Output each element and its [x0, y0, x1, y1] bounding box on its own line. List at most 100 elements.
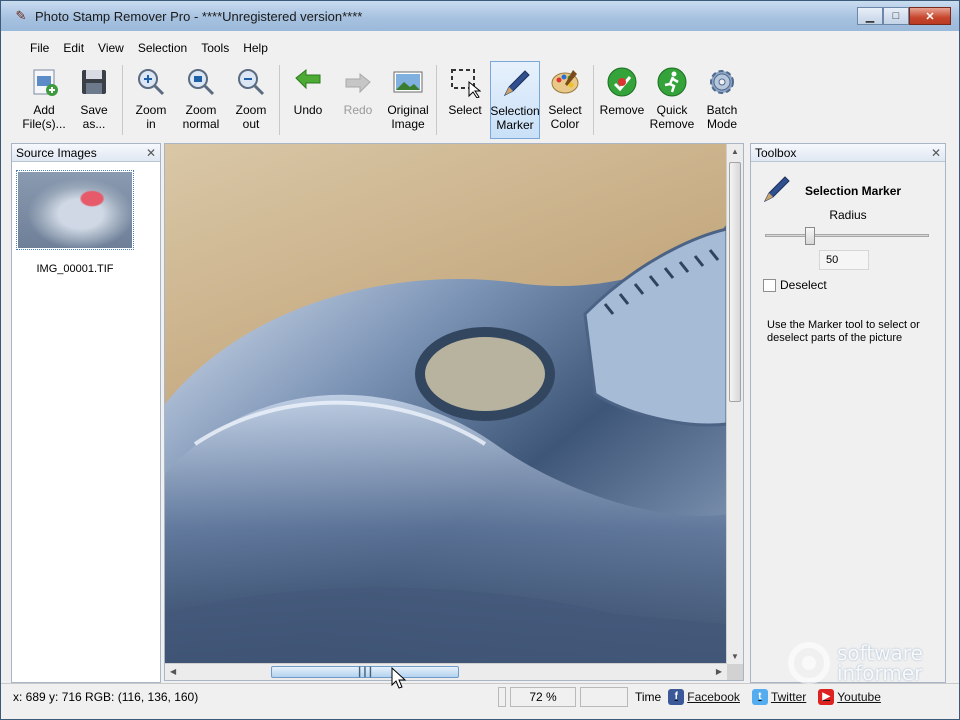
scroll-left-icon[interactable]: ◀	[170, 667, 176, 676]
marker-pen-icon	[761, 174, 791, 207]
close-icon[interactable]: ✕	[146, 146, 156, 160]
zoom-normal-button[interactable]: Zoom normal	[176, 61, 226, 139]
quick-remove-button[interactable]: Quick Remove	[647, 61, 697, 139]
radius-label: Radius	[829, 208, 867, 222]
facebook-icon: f	[668, 688, 685, 705]
time-label: Time	[635, 689, 662, 704]
toolbox-panel: Toolbox ✕ Selection Marker Radius 50 Des…	[750, 143, 946, 683]
menu-edit[interactable]: Edit	[56, 41, 91, 55]
software-informer-watermark: software informer	[787, 641, 923, 685]
youtube-link[interactable]: ▶ Youtube	[818, 688, 881, 705]
tool-name: Selection Marker	[805, 183, 902, 198]
floppy-disk-icon	[77, 65, 111, 99]
status-empty-cell	[580, 686, 628, 707]
save-as-label: Save as...	[80, 103, 108, 131]
selection-marker-label: Selection Marker	[490, 104, 540, 132]
radius-slider-thumb[interactable]	[805, 227, 815, 245]
status-bar: x: 689 y: 716 RGB: (116, 136, 160) 72 % …	[1, 683, 959, 709]
menu-file[interactable]: File	[23, 41, 56, 55]
remove-label: Remove	[599, 103, 645, 117]
select-label: Select	[448, 103, 482, 117]
twitter-label: Twitter	[770, 689, 807, 704]
toolbar-separator	[593, 65, 594, 135]
remove-green-circle-icon	[605, 65, 639, 99]
undo-arrow-icon	[291, 65, 325, 99]
zoom-normal-label: Zoom normal	[182, 103, 220, 131]
title-bar[interactable]: ✎ Photo Stamp Remover Pro - ****Unregist…	[1, 1, 959, 31]
zoom-in-label: Zoom in	[135, 103, 167, 131]
add-files-button[interactable]: Add File(s)...	[19, 61, 69, 139]
undo-button[interactable]: Undo	[283, 61, 333, 139]
batch-mode-button[interactable]: Batch Mode	[697, 61, 747, 139]
watermark-logo-icon	[788, 642, 830, 684]
zoom-level: 72 %	[510, 686, 576, 707]
scroll-up-icon[interactable]: ▲	[731, 147, 739, 156]
wrench-photo[interactable]	[165, 144, 727, 664]
cursor-coordinates: x: 689 y: 716 RGB: (116, 136, 160)	[13, 689, 199, 704]
add-files-label: Add File(s)...	[22, 103, 66, 131]
toolbar: Add File(s)... Save as... Zoom in Zoom n…	[1, 61, 959, 141]
picture-icon	[391, 65, 425, 99]
quick-remove-label: Quick Remove	[649, 103, 695, 131]
toolbox-title: Toolbox	[755, 145, 797, 160]
window-title: Photo Stamp Remover Pro - ****Unregister…	[35, 8, 363, 24]
deselect-checkbox[interactable]	[763, 278, 776, 292]
menu-tools[interactable]: Tools	[194, 41, 236, 55]
select-color-button[interactable]: Select Color	[540, 61, 590, 139]
thumbnail-filename: IMG_00001.TIF	[36, 263, 114, 275]
facebook-link[interactable]: f Facebook	[668, 688, 740, 705]
zoom-out-label: Zoom out	[235, 103, 267, 131]
radius-value-field[interactable]: 50	[819, 250, 869, 270]
youtube-icon: ▶	[818, 688, 835, 705]
close-button[interactable]: ✕	[909, 7, 951, 25]
source-images-panel: Source Images ✕ IMG_00001.TIF	[11, 143, 161, 683]
deselect-row[interactable]: Deselect	[763, 278, 827, 292]
select-color-label: Select Color	[548, 103, 582, 131]
facebook-label: Facebook	[687, 689, 740, 704]
zoom-out-icon	[234, 65, 268, 99]
image-thumbnail[interactable]	[16, 170, 134, 250]
close-icon[interactable]: ✕	[931, 146, 941, 160]
zoom-out-button[interactable]: Zoom out	[226, 61, 276, 139]
tool-heading: Selection Marker	[751, 162, 945, 207]
scroll-right-icon[interactable]: ▶	[716, 667, 722, 676]
add-file-icon	[27, 65, 61, 99]
app-window: ✎ Photo Stamp Remover Pro - ****Unregist…	[0, 0, 960, 720]
status-divider	[498, 686, 506, 707]
vertical-scrollbar[interactable]: ▲ ▼	[726, 144, 743, 664]
radius-slider[interactable]	[765, 227, 929, 245]
maximize-button[interactable]: □	[883, 7, 909, 25]
remove-button[interactable]: Remove	[597, 61, 647, 139]
horizontal-scrollbar[interactable]: ◀ ┃┃┃ ▶	[165, 663, 727, 680]
mouse-cursor-icon	[391, 666, 407, 692]
zoom-in-button[interactable]: Zoom in	[126, 61, 176, 139]
scroll-down-icon[interactable]: ▼	[731, 652, 739, 661]
toolbar-separator	[279, 65, 280, 135]
toolbar-separator	[436, 65, 437, 135]
source-images-header: Source Images ✕	[12, 144, 160, 162]
horizontal-scroll-thumb[interactable]: ┃┃┃	[271, 666, 459, 678]
twitter-icon: t	[751, 688, 768, 705]
image-canvas[interactable]: ▲ ▼ ◀ ┃┃┃ ▶	[164, 143, 744, 681]
toolbar-separator	[122, 65, 123, 135]
original-image-label: Original Image	[387, 103, 429, 131]
menu-help[interactable]: Help	[236, 41, 275, 55]
menu-view[interactable]: View	[91, 41, 131, 55]
save-as-button[interactable]: Save as...	[69, 61, 119, 139]
zoom-normal-icon	[184, 65, 218, 99]
original-image-button[interactable]: Original Image	[383, 61, 433, 139]
menu-selection[interactable]: Selection	[131, 41, 194, 55]
gear-icon	[705, 65, 739, 99]
toolbox-header: Toolbox ✕	[751, 144, 945, 162]
running-man-icon	[655, 65, 689, 99]
youtube-label: Youtube	[837, 689, 881, 704]
minimize-button[interactable]: ▁	[857, 7, 883, 25]
selection-marker-button[interactable]: Selection Marker	[490, 61, 540, 139]
select-button[interactable]: Select	[440, 61, 490, 139]
watermark-line2: informer	[837, 661, 923, 685]
twitter-link[interactable]: t Twitter	[751, 688, 807, 705]
vertical-scroll-thumb[interactable]	[729, 162, 741, 402]
window-controls: ▁ □ ✕	[857, 7, 951, 25]
marker-pen-icon	[498, 66, 532, 100]
select-rectangle-icon	[448, 65, 482, 99]
